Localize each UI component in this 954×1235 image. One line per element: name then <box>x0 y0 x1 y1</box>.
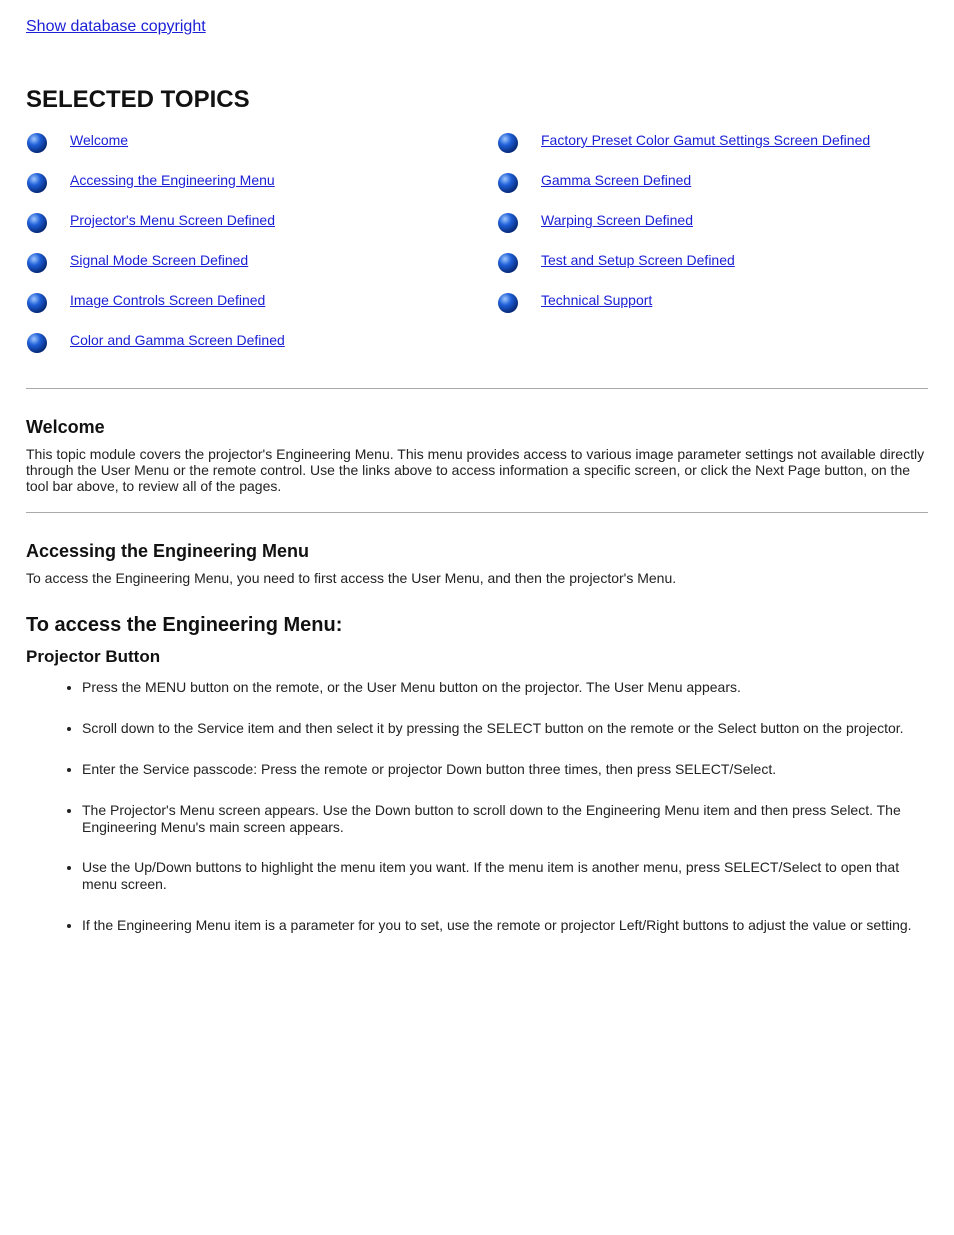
sphere-bullet-icon <box>26 132 48 154</box>
separator <box>26 388 928 389</box>
toc-item: Accessing the Engineering Menu <box>26 170 457 194</box>
header: Show database copyright <box>26 18 928 36</box>
instruction-item: Press the MENU button on the remote, or … <box>82 679 928 696</box>
toc-item: Gamma Screen Defined <box>497 170 928 194</box>
toc-link[interactable]: Projector's Menu Screen Defined <box>70 210 275 231</box>
instruction-item: If the Engineering Menu item is a parame… <box>82 917 928 934</box>
sphere-bullet-icon <box>26 252 48 274</box>
toc-item: Factory Preset Color Gamut Settings Scre… <box>497 130 928 154</box>
toc-item: Color and Gamma Screen Defined <box>26 330 457 354</box>
toc-link[interactable]: Color and Gamma Screen Defined <box>70 330 285 351</box>
toc-link[interactable]: Factory Preset Color Gamut Settings Scre… <box>541 130 870 151</box>
toc-left-column: Welcome Accessing the Engineering Menu Pro… <box>26 130 457 370</box>
sphere-bullet-icon <box>497 132 519 154</box>
toc-link[interactable]: Warping Screen Defined <box>541 210 693 231</box>
toc-link[interactable]: Signal Mode Screen Defined <box>70 250 248 271</box>
access-heading: Accessing the Engineering Menu <box>26 541 928 562</box>
sphere-bullet-icon <box>497 212 519 234</box>
sphere-bullet-icon <box>26 172 48 194</box>
database-copyright-link[interactable]: Show database copyright <box>26 18 206 35</box>
sphere-bullet-icon <box>26 292 48 314</box>
welcome-heading: Welcome <box>26 417 928 438</box>
toc: Welcome Accessing the Engineering Menu Pro… <box>26 130 928 370</box>
to-access-heading: To access the Engineering Menu: <box>26 614 928 637</box>
toc-item: Projector's Menu Screen Defined <box>26 210 457 234</box>
toc-right-column: Factory Preset Color Gamut Settings Scre… <box>497 130 928 370</box>
sphere-bullet-icon <box>497 172 519 194</box>
instruction-list: Press the MENU button on the remote, or … <box>26 679 928 933</box>
sphere-bullet-icon <box>26 212 48 234</box>
instruction-item: The Projector's Menu screen appears. Use… <box>82 802 928 836</box>
welcome-body: This topic module covers the projector's… <box>26 446 928 494</box>
toc-item: Image Controls Screen Defined <box>26 290 457 314</box>
sphere-bullet-icon <box>497 292 519 314</box>
toc-item: Test and Setup Screen Defined <box>497 250 928 274</box>
toc-link[interactable]: Image Controls Screen Defined <box>70 290 265 311</box>
instruction-item: Use the Up/Down buttons to highlight the… <box>82 859 928 893</box>
toc-item: Signal Mode Screen Defined <box>26 250 457 274</box>
toc-item: Warping Screen Defined <box>497 210 928 234</box>
sphere-bullet-icon <box>497 252 519 274</box>
toc-link[interactable]: Test and Setup Screen Defined <box>541 250 735 271</box>
instruction-item: Scroll down to the Service item and then… <box>82 720 928 737</box>
toc-link[interactable]: Accessing the Engineering Menu <box>70 170 275 191</box>
instruction-item: Enter the Service passcode: Press the re… <box>82 761 928 778</box>
toc-link[interactable]: Welcome <box>70 130 128 151</box>
toc-item: Welcome <box>26 130 457 154</box>
sphere-bullet-icon <box>26 332 48 354</box>
toc-item: Technical Support <box>497 290 928 314</box>
separator <box>26 512 928 513</box>
page-title: SELECTED TOPICS <box>26 86 928 114</box>
toc-link[interactable]: Technical Support <box>541 290 652 311</box>
projector-button-heading: Projector Button <box>26 647 928 667</box>
toc-link[interactable]: Gamma Screen Defined <box>541 170 691 191</box>
access-body: To access the Engineering Menu, you need… <box>26 570 928 586</box>
